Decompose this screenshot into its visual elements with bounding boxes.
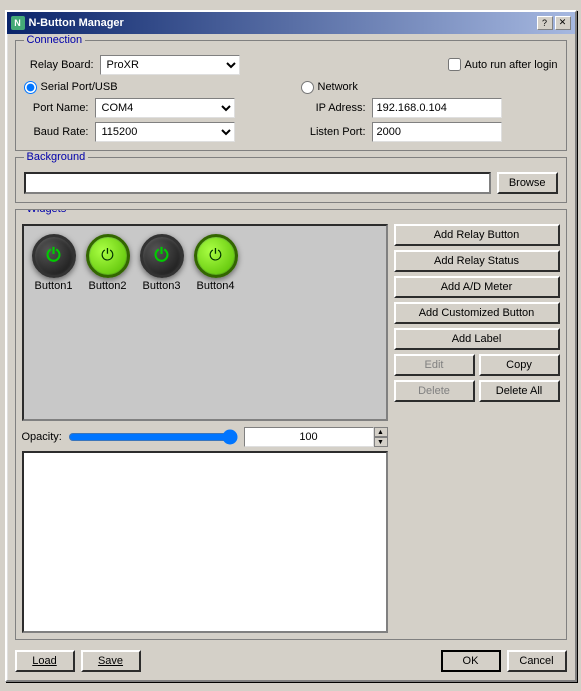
opacity-spin-buttons: ▲ ▼ <box>374 427 388 447</box>
footer-left: Load Save <box>15 650 141 672</box>
opacity-slider[interactable] <box>68 430 238 444</box>
title-bar-buttons: ? ✕ <box>537 16 571 30</box>
ok-button[interactable]: OK <box>441 650 501 672</box>
add-relay-status-button[interactable]: Add Relay Status <box>394 250 560 272</box>
serial-radio[interactable] <box>24 81 37 94</box>
relay-board-select[interactable]: ProXR ProXR Lite ProXR Plus <box>100 55 240 75</box>
power-symbol-icon: ⏻ <box>154 245 168 266</box>
connection-grid: Relay Board: ProXR ProXR Lite ProXR Plus… <box>24 55 558 142</box>
listen-port-input[interactable] <box>372 122 502 142</box>
background-path-input[interactable] <box>24 172 491 194</box>
list-item[interactable]: ⏻ Button1 <box>32 234 76 292</box>
connection-label: Connection <box>24 34 86 46</box>
power-symbol-icon: ⏻ <box>101 247 114 265</box>
power-symbol-icon: ⏻ <box>46 245 60 266</box>
cancel-button[interactable]: Cancel <box>507 650 567 672</box>
delete-all-button[interactable]: Delete All <box>479 380 560 402</box>
widgets-left-panel: ⏻ Button1 ⏻ Button2 <box>22 224 388 633</box>
opacity-up-button[interactable]: ▲ <box>374 427 388 437</box>
list-item[interactable]: ⏻ Button3 <box>140 234 184 292</box>
power-symbol-icon: ⏻ <box>209 247 222 265</box>
footer-right: OK Cancel <box>441 650 567 672</box>
network-radio-group: Network <box>301 81 558 94</box>
network-label: Network <box>318 81 358 93</box>
relay-board-label: Relay Board: <box>24 59 94 71</box>
green-dot2: ⏻ <box>198 238 234 274</box>
opacity-spinbox: ▲ ▼ <box>244 427 388 447</box>
edit-button[interactable]: Edit <box>394 354 475 376</box>
network-radio[interactable] <box>301 81 314 94</box>
button2-icon: ⏻ <box>86 234 130 278</box>
delete-row: Delete Delete All <box>394 380 560 402</box>
opacity-down-button[interactable]: ▼ <box>374 437 388 447</box>
background-label: Background <box>24 151 89 163</box>
listen-port-label: Listen Port: <box>301 126 366 138</box>
edit-copy-row: Edit Copy <box>394 354 560 376</box>
browse-button[interactable]: Browse <box>497 172 558 194</box>
button4-icon: ⏻ <box>194 234 238 278</box>
background-row: Browse <box>24 172 558 194</box>
button3-label: Button3 <box>143 280 181 292</box>
connection-left: Serial Port/USB Port Name: COM4 COM1 COM… <box>24 81 281 142</box>
opacity-row: Opacity: ▲ ▼ <box>22 427 388 447</box>
button4-label: Button4 <box>197 280 235 292</box>
relay-board-row: Relay Board: ProXR ProXR Lite ProXR Plus <box>24 55 240 75</box>
baud-rate-select[interactable]: 115200 9600 19200 38400 57600 <box>95 122 235 142</box>
opacity-slider-container <box>68 430 238 444</box>
button1-label: Button1 <box>35 280 73 292</box>
widgets-right-panel: Add Relay Button Add Relay Status Add A/… <box>394 224 560 633</box>
add-relay-button[interactable]: Add Relay Button <box>394 224 560 246</box>
button1-icon: ⏻ <box>32 234 76 278</box>
add-customized-button[interactable]: Add Customized Button <box>394 302 560 324</box>
baud-rate-row: Baud Rate: 115200 9600 19200 38400 57600 <box>24 122 281 142</box>
background-group: Background Browse <box>15 157 567 203</box>
auto-run-label: Auto run after login <box>465 59 558 71</box>
connection-row1: Relay Board: ProXR ProXR Lite ProXR Plus… <box>24 55 558 75</box>
footer-buttons: Load Save OK Cancel <box>15 646 567 674</box>
button2-label: Button2 <box>89 280 127 292</box>
connection-group: Connection Relay Board: ProXR ProXR Lite… <box>15 40 567 151</box>
widgets-canvas[interactable]: ⏻ Button1 ⏻ Button2 <box>22 224 388 422</box>
listen-port-row: Listen Port: <box>301 122 558 142</box>
connection-row2: Serial Port/USB Port Name: COM4 COM1 COM… <box>24 81 558 142</box>
main-window: N N-Button Manager ? ✕ Connection Relay … <box>5 10 577 682</box>
green-dot: ⏻ <box>90 238 126 274</box>
list-item[interactable]: ⏻ Button4 <box>194 234 238 292</box>
preview-area <box>22 451 388 633</box>
port-name-select[interactable]: COM4 COM1 COM2 COM3 <box>95 98 235 118</box>
widgets-label: Widgets <box>24 209 70 215</box>
load-button[interactable]: Load <box>15 650 75 672</box>
save-label: Save <box>98 655 123 667</box>
window-title: N-Button Manager <box>29 17 124 29</box>
delete-button[interactable]: Delete <box>394 380 475 402</box>
add-label-button[interactable]: Add Label <box>394 328 560 350</box>
add-ad-meter-button[interactable]: Add A/D Meter <box>394 276 560 298</box>
auto-run-group: Auto run after login <box>448 58 558 71</box>
baud-rate-label: Baud Rate: <box>24 126 89 138</box>
ip-address-input[interactable] <box>372 98 502 118</box>
close-button[interactable]: ✕ <box>555 16 571 30</box>
opacity-label: Opacity: <box>22 431 62 443</box>
serial-radio-group: Serial Port/USB <box>24 81 281 94</box>
help-button[interactable]: ? <box>537 16 553 30</box>
port-name-label: Port Name: <box>24 102 89 114</box>
widgets-group: Widgets ⏻ Button1 <box>15 209 567 640</box>
list-item[interactable]: ⏻ Button2 <box>86 234 130 292</box>
ip-address-row: IP Adress: <box>301 98 558 118</box>
widget-items: ⏻ Button1 ⏻ Button2 <box>32 234 378 292</box>
auto-run-checkbox[interactable] <box>448 58 461 71</box>
serial-label: Serial Port/USB <box>41 81 118 93</box>
connection-right: Network IP Adress: Listen Port: <box>301 81 558 142</box>
title-bar-text: N N-Button Manager <box>11 16 124 30</box>
button3-icon: ⏻ <box>140 234 184 278</box>
copy-button[interactable]: Copy <box>479 354 560 376</box>
title-bar: N N-Button Manager ? ✕ <box>7 12 575 34</box>
load-label: Load <box>32 655 56 667</box>
ip-address-label: IP Adress: <box>301 102 366 114</box>
save-button[interactable]: Save <box>81 650 141 672</box>
port-name-row: Port Name: COM4 COM1 COM2 COM3 <box>24 98 281 118</box>
opacity-input[interactable] <box>244 427 374 447</box>
app-icon: N <box>11 16 25 30</box>
window-content: Connection Relay Board: ProXR ProXR Lite… <box>7 34 575 680</box>
